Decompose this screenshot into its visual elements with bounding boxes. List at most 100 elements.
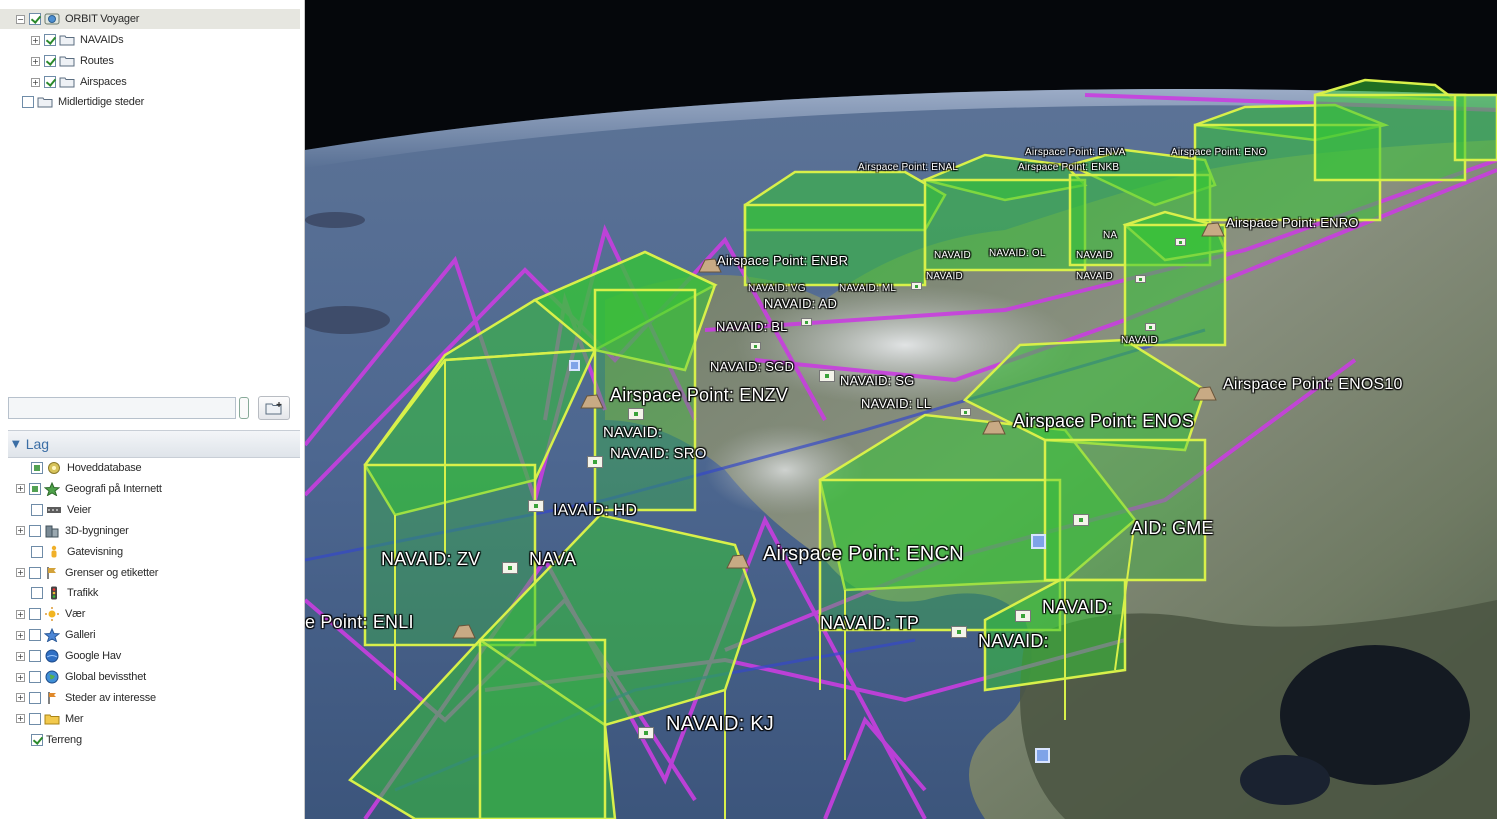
layer-item[interactable]: +3D-bygninger <box>0 521 129 541</box>
navaid-label[interactable]: NAVAID: BL <box>716 320 788 333</box>
expand-toggle[interactable]: + <box>16 672 25 682</box>
airspace-label[interactable]: Airspace Point: ENOS10 <box>1223 377 1403 393</box>
expand-toggle[interactable]: + <box>16 609 25 619</box>
layer-item[interactable]: + Google Hav <box>0 646 121 666</box>
checkbox[interactable] <box>31 462 43 474</box>
navaid-marker-icon[interactable] <box>1015 610 1031 622</box>
navaid-marker-icon[interactable] <box>1073 514 1089 526</box>
checkbox[interactable] <box>29 13 41 25</box>
layer-item[interactable]: + Steder av interesse <box>0 688 156 708</box>
airspace-label[interactable]: Airspace Point: ENBR <box>717 254 848 267</box>
navaid-label[interactable]: NAVA <box>529 550 576 568</box>
navaid-label[interactable]: NAVAID: ZV <box>381 550 480 568</box>
expand-toggle[interactable]: + <box>31 56 40 66</box>
airspace-point-pin-icon[interactable] <box>981 418 1007 436</box>
collapse-arrow-icon[interactable]: ▼ <box>12 439 20 450</box>
checkbox[interactable] <box>29 482 41 495</box>
expand-toggle[interactable]: + <box>16 693 25 703</box>
checkbox[interactable] <box>29 712 41 725</box>
layer-item[interactable]: + Vær <box>0 604 85 624</box>
navaid-marker-icon[interactable] <box>911 282 922 290</box>
airspace-label[interactable]: e Point: ENLI <box>305 613 414 631</box>
blue-marker-icon[interactable] <box>569 360 580 371</box>
navaid-marker-icon[interactable] <box>1175 238 1186 246</box>
checkbox[interactable] <box>44 76 56 88</box>
navaid-label[interactable]: NAVAID: SRO <box>610 446 707 461</box>
expand-toggle[interactable]: + <box>16 526 25 536</box>
navaid-label[interactable]: AID: GME <box>1131 519 1214 537</box>
expand-toggle[interactable]: + <box>16 651 25 661</box>
navaid-marker-icon[interactable] <box>528 500 544 512</box>
tree-item-orbit-voyager[interactable]: − ORBIT Voyager <box>0 9 300 29</box>
airspace-label[interactable]: Airspace Point: ENVA <box>1025 148 1126 158</box>
tree-item-airspaces[interactable]: + Airspaces <box>0 72 127 92</box>
collapse-toggle[interactable]: − <box>16 14 25 24</box>
checkbox[interactable] <box>29 566 41 579</box>
airspace-label[interactable]: Airspace Point: ENRO <box>1226 216 1359 229</box>
navaid-marker-icon[interactable] <box>587 456 603 468</box>
navaid-marker-icon[interactable] <box>750 342 761 350</box>
earth-3d-view[interactable]: Airspace Point: ENBR Airspace Point: ENZ… <box>305 0 1497 819</box>
layer-item[interactable]: + Global bevissthet <box>0 667 146 687</box>
navaid-marker-icon[interactable] <box>1145 323 1156 331</box>
tree-item-navaids[interactable]: + NAVAIDs <box>0 30 124 50</box>
checkbox[interactable] <box>44 55 56 67</box>
airspace-label[interactable]: Airspace Point: ENZV <box>610 386 788 404</box>
checkbox[interactable] <box>22 96 34 108</box>
navaid-marker-icon[interactable] <box>951 626 967 638</box>
airspace-point-pin-icon[interactable] <box>1200 220 1226 238</box>
tree-item-routes[interactable]: + Routes <box>0 51 114 71</box>
expand-toggle[interactable]: + <box>16 714 25 724</box>
navaid-label[interactable]: NAVAID: LL <box>861 397 931 410</box>
navaid-label[interactable]: NAVAID <box>934 251 971 261</box>
checkbox[interactable] <box>31 733 43 746</box>
navaid-label[interactable]: NAVAID <box>926 272 963 282</box>
blue-marker-icon[interactable] <box>1035 748 1050 763</box>
checkbox[interactable] <box>31 587 43 600</box>
layer-item[interactable]: Terreng <box>0 730 82 750</box>
layer-item[interactable]: + Mer <box>0 709 84 729</box>
navaid-label[interactable]: NAVAID: TP <box>820 614 919 632</box>
airspace-label[interactable]: Airspace Point: ENCN <box>763 544 964 564</box>
add-folder-button[interactable] <box>258 396 290 420</box>
airspace-label[interactable]: Airspace Point: ENAL <box>858 163 958 173</box>
layer-item[interactable]: + Geografi på Internett <box>0 479 162 499</box>
navaid-marker-icon[interactable] <box>638 727 654 739</box>
navaid-label[interactable]: NAVAID: SGD <box>710 360 794 373</box>
checkbox[interactable] <box>44 34 56 46</box>
checkbox[interactable] <box>29 671 41 683</box>
checkbox[interactable] <box>29 608 41 621</box>
expand-toggle[interactable]: + <box>16 484 25 494</box>
navaid-marker-icon[interactable] <box>502 562 518 574</box>
checkbox[interactable] <box>29 629 41 642</box>
layer-item[interactable]: Veier <box>0 500 91 520</box>
navaid-label[interactable]: NAVAID: VG <box>748 284 806 294</box>
checkbox[interactable] <box>29 650 41 663</box>
navaid-label[interactable]: NAVAID: ML <box>839 284 896 294</box>
layer-item[interactable]: Trafikk <box>0 583 98 603</box>
search-scroll-handle[interactable] <box>239 397 249 419</box>
checkbox[interactable] <box>29 691 41 704</box>
airspace-label[interactable]: Airspace Point: ENOS <box>1013 412 1194 430</box>
navaid-label[interactable]: IAVAID: HD <box>553 503 637 519</box>
airspace-label[interactable]: Airspace Point: ENO <box>1171 148 1267 158</box>
navaid-marker-icon[interactable] <box>801 318 812 326</box>
navaid-label[interactable]: NAVAID: <box>978 632 1049 650</box>
search-input[interactable] <box>8 397 236 419</box>
airspace-point-pin-icon[interactable] <box>579 392 605 410</box>
navaid-label[interactable]: NAVAID: <box>1042 598 1113 616</box>
airspace-point-pin-icon[interactable] <box>451 622 477 640</box>
navaid-marker-icon[interactable] <box>628 408 644 420</box>
navaid-label[interactable]: NAVAID <box>1121 336 1158 346</box>
expand-toggle[interactable]: + <box>16 568 25 577</box>
checkbox[interactable] <box>31 503 43 516</box>
layers-panel-header[interactable]: ▼ Lag <box>8 430 300 458</box>
navaid-label[interactable]: NAVAID: OL <box>989 249 1046 259</box>
airspace-point-pin-icon[interactable] <box>725 552 751 570</box>
navaid-label[interactable]: NAVAID <box>1076 272 1113 282</box>
expand-toggle[interactable]: + <box>16 630 25 640</box>
expand-toggle[interactable]: + <box>31 35 40 45</box>
navaid-label[interactable]: NAVAID: <box>603 425 662 440</box>
tree-item-midlertidige-steder[interactable]: Midlertidige steder <box>0 92 144 112</box>
navaid-marker-icon[interactable] <box>960 408 971 416</box>
